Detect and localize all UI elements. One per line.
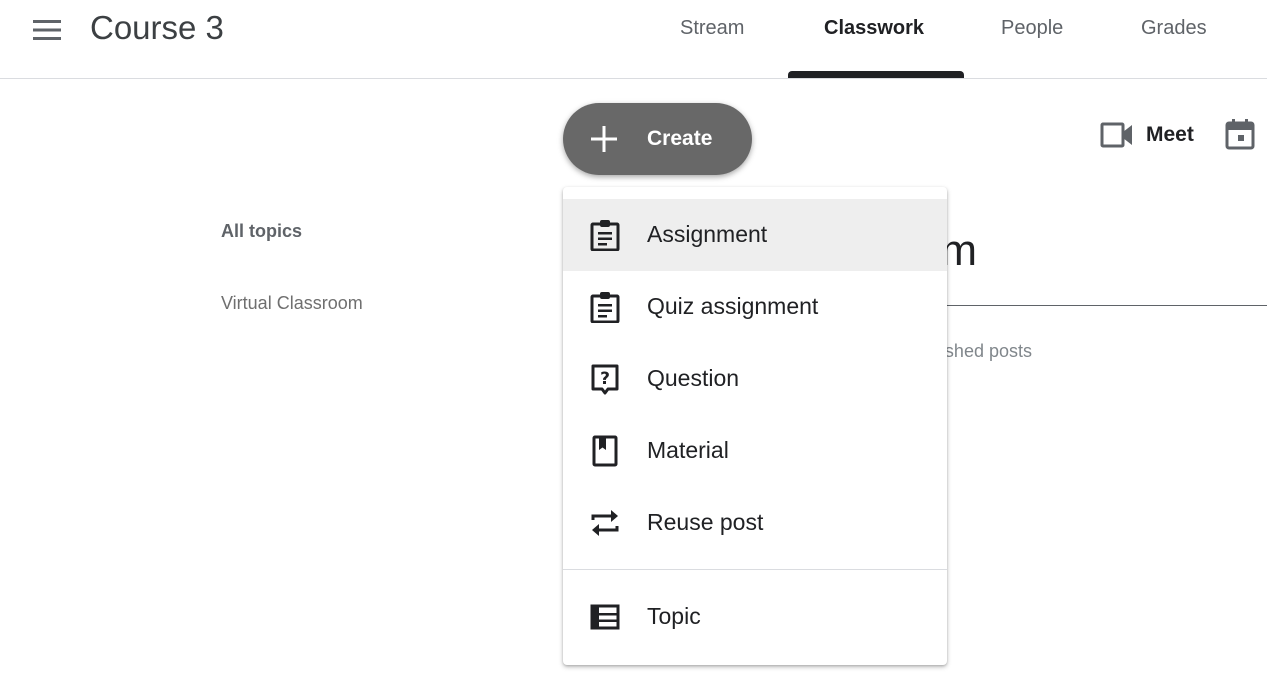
menu-item-topic[interactable]: Topic [563, 581, 947, 653]
google-calendar-button[interactable] [1224, 118, 1256, 150]
menu-divider [563, 569, 947, 570]
menu-item-label: Question [647, 365, 740, 391]
meet-button[interactable]: Meet [1098, 114, 1204, 156]
topic-section-divider [947, 305, 1267, 306]
main-menu-button[interactable] [29, 12, 65, 48]
menu-item-material[interactable]: Material [563, 415, 947, 487]
plus-icon [591, 126, 617, 152]
topic-icon [590, 604, 620, 630]
create-menu: Assignment Quiz assignment ? Question Ma… [563, 187, 947, 665]
create-button[interactable]: Create [563, 103, 752, 175]
course-title[interactable]: Course 3 [90, 9, 224, 47]
topic-posts-status: No published posts [947, 340, 1067, 368]
meet-button-label: Meet [1146, 123, 1194, 146]
hamburger-menu-icon [33, 20, 61, 40]
tab-grades[interactable]: Grades [1141, 17, 1207, 40]
menu-item-label: Quiz assignment [647, 293, 819, 319]
menu-item-label: Topic [647, 603, 701, 629]
video-camera-icon [1100, 122, 1132, 148]
menu-item-label: Assignment [647, 221, 768, 247]
assignment-icon [590, 220, 620, 251]
material-icon [592, 435, 618, 467]
topic-section-title: Virtual Classroom [947, 228, 1007, 280]
svg-text:?: ? [600, 369, 610, 389]
top-app-bar: Course 3 Stream Classwork People Grades [0, 0, 1267, 79]
calendar-icon [1225, 119, 1255, 150]
create-button-label: Create [647, 127, 713, 150]
active-tab-indicator [788, 71, 964, 78]
reuse-post-icon [591, 510, 619, 536]
all-topics-link[interactable]: All topics [221, 221, 302, 242]
tab-classwork[interactable]: Classwork [824, 17, 924, 40]
menu-item-quiz-assignment[interactable]: Quiz assignment [563, 271, 947, 343]
quiz-assignment-icon [590, 292, 620, 323]
menu-item-question[interactable]: ? Question [563, 343, 947, 415]
topic-posts-status-text: No published posts [947, 341, 1032, 361]
menu-item-label: Material [647, 437, 729, 463]
question-icon: ? [591, 364, 619, 395]
menu-item-assignment[interactable]: Assignment [563, 199, 947, 271]
menu-item-reuse-post[interactable]: Reuse post [563, 487, 947, 559]
tab-people[interactable]: People [1001, 17, 1063, 40]
tab-stream[interactable]: Stream [680, 17, 744, 40]
topic-link-virtual-classroom[interactable]: Virtual Classroom [221, 293, 363, 314]
menu-item-label: Reuse post [647, 509, 764, 535]
topic-section-title-text: Virtual Classroom [947, 228, 977, 275]
